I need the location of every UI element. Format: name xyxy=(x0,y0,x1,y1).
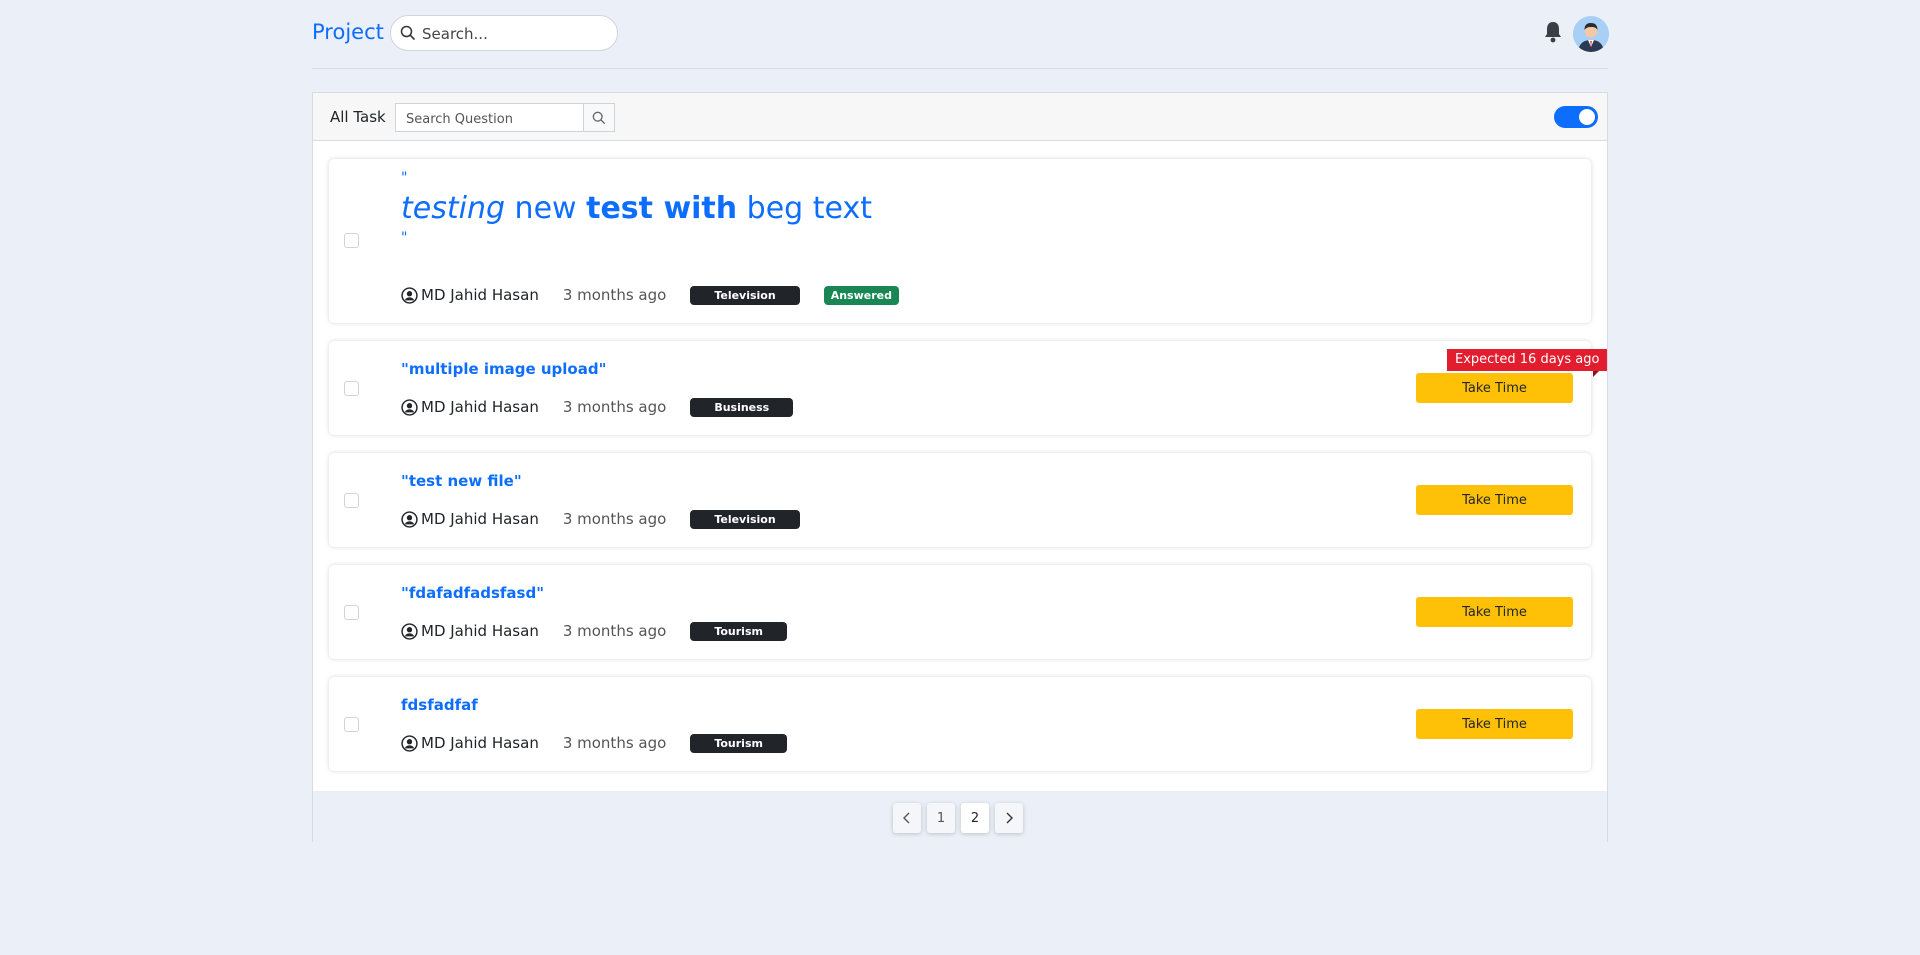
task-card: " testing new test with beg text " MD Ja… xyxy=(329,159,1591,323)
prev-page-button[interactable] xyxy=(893,803,921,833)
task-panel: All Task " testing new test with beg tex… xyxy=(312,92,1608,843)
title-italic-part: testing xyxy=(401,191,506,226)
expected-ribbon: Expected 16 days ago xyxy=(1447,349,1608,371)
search-icon xyxy=(400,25,416,45)
pagination-area: 1 2 xyxy=(313,791,1607,843)
task-checkbox[interactable] xyxy=(344,493,359,508)
user-circle-icon xyxy=(401,734,418,752)
view-toggle[interactable] xyxy=(1554,106,1598,128)
title-bold-part: test with xyxy=(586,191,738,226)
panel-header: All Task xyxy=(313,93,1607,141)
author-name: MD Jahid Hasan xyxy=(421,286,539,304)
task-card: "multiple image upload" MD Jahid Hasan 3… xyxy=(329,341,1608,435)
question-search-input[interactable] xyxy=(404,109,588,129)
author-name: MD Jahid Hasan xyxy=(421,398,539,416)
task-title[interactable]: "multiple image upload" xyxy=(401,360,606,378)
task-title[interactable]: fdsfadfaf xyxy=(401,696,478,714)
task-meta: MD Jahid Hasan 3 months ago Business xyxy=(401,397,794,417)
task-list: " testing new test with beg text " MD Ja… xyxy=(313,141,1608,791)
take-time-button[interactable]: Take Time xyxy=(1416,373,1573,403)
task-time: 3 months ago xyxy=(562,510,667,528)
task-meta: MD Jahid Hasan 3 months ago Tourism xyxy=(401,733,787,753)
quote-open: " xyxy=(401,170,408,186)
task-meta: MD Jahid Hasan 3 months ago Tourism xyxy=(401,621,787,641)
title-normal-part: beg text xyxy=(737,191,872,226)
user-avatar[interactable] xyxy=(1573,16,1609,52)
chevron-right-icon xyxy=(1006,812,1013,824)
quote-close: " xyxy=(401,230,408,246)
question-search[interactable] xyxy=(395,103,615,132)
toggle-knob xyxy=(1579,109,1595,125)
panel-title: All Task xyxy=(330,108,386,126)
take-time-button[interactable]: Take Time xyxy=(1416,597,1573,627)
task-card: "fdafadfadsfasd" MD Jahid Hasan 3 months… xyxy=(329,565,1591,659)
task-checkbox[interactable] xyxy=(344,381,359,396)
question-search-button[interactable] xyxy=(583,104,614,131)
top-navbar: Project xyxy=(312,0,1609,69)
status-badge: Answered xyxy=(823,285,899,305)
task-meta: MD Jahid Hasan 3 months ago Television A… xyxy=(401,285,899,305)
author-name: MD Jahid Hasan xyxy=(421,622,539,640)
brand-link[interactable]: Project xyxy=(312,20,384,44)
take-time-button[interactable]: Take Time xyxy=(1416,485,1573,515)
page-1-button[interactable]: 1 xyxy=(927,803,955,833)
author-name: MD Jahid Hasan xyxy=(421,734,539,752)
rich-title-text: testing new test with beg text xyxy=(401,191,872,227)
ribbon-fold xyxy=(1593,371,1599,377)
bell-icon[interactable] xyxy=(1544,21,1562,47)
task-title[interactable]: "test new file" xyxy=(401,472,522,490)
user-circle-icon xyxy=(401,622,418,640)
task-time: 3 months ago xyxy=(562,286,667,304)
search-icon xyxy=(592,111,606,125)
pagination: 1 2 xyxy=(893,803,1023,835)
task-meta: MD Jahid Hasan 3 months ago Television xyxy=(401,509,800,529)
task-checkbox[interactable] xyxy=(344,233,359,248)
category-badge: Business xyxy=(690,397,794,417)
global-search[interactable] xyxy=(390,15,618,51)
next-page-button[interactable] xyxy=(995,803,1023,833)
category-badge: Tourism xyxy=(690,621,787,641)
task-title[interactable]: "fdafadfadsfasd" xyxy=(401,584,544,602)
global-search-input[interactable] xyxy=(420,22,614,46)
task-card: fdsfadfaf MD Jahid Hasan 3 months ago To… xyxy=(329,677,1591,771)
task-time: 3 months ago xyxy=(562,622,667,640)
task-checkbox[interactable] xyxy=(344,605,359,620)
user-circle-icon xyxy=(401,510,418,528)
author-name: MD Jahid Hasan xyxy=(421,510,539,528)
task-time: 3 months ago xyxy=(562,398,667,416)
task-time: 3 months ago xyxy=(562,734,667,752)
task-title[interactable]: " testing new test with beg text " xyxy=(401,171,872,245)
task-card: "test new file" MD Jahid Hasan 3 months … xyxy=(329,453,1591,547)
take-time-button[interactable]: Take Time xyxy=(1416,709,1573,739)
title-normal-part: new xyxy=(505,191,587,226)
task-checkbox[interactable] xyxy=(344,717,359,732)
chevron-left-icon xyxy=(903,812,910,824)
category-badge: Television xyxy=(690,285,800,305)
user-circle-icon xyxy=(401,286,418,304)
page-2-button[interactable]: 2 xyxy=(961,803,989,833)
category-badge: Tourism xyxy=(690,733,787,753)
category-badge: Television xyxy=(690,509,800,529)
user-circle-icon xyxy=(401,398,418,416)
